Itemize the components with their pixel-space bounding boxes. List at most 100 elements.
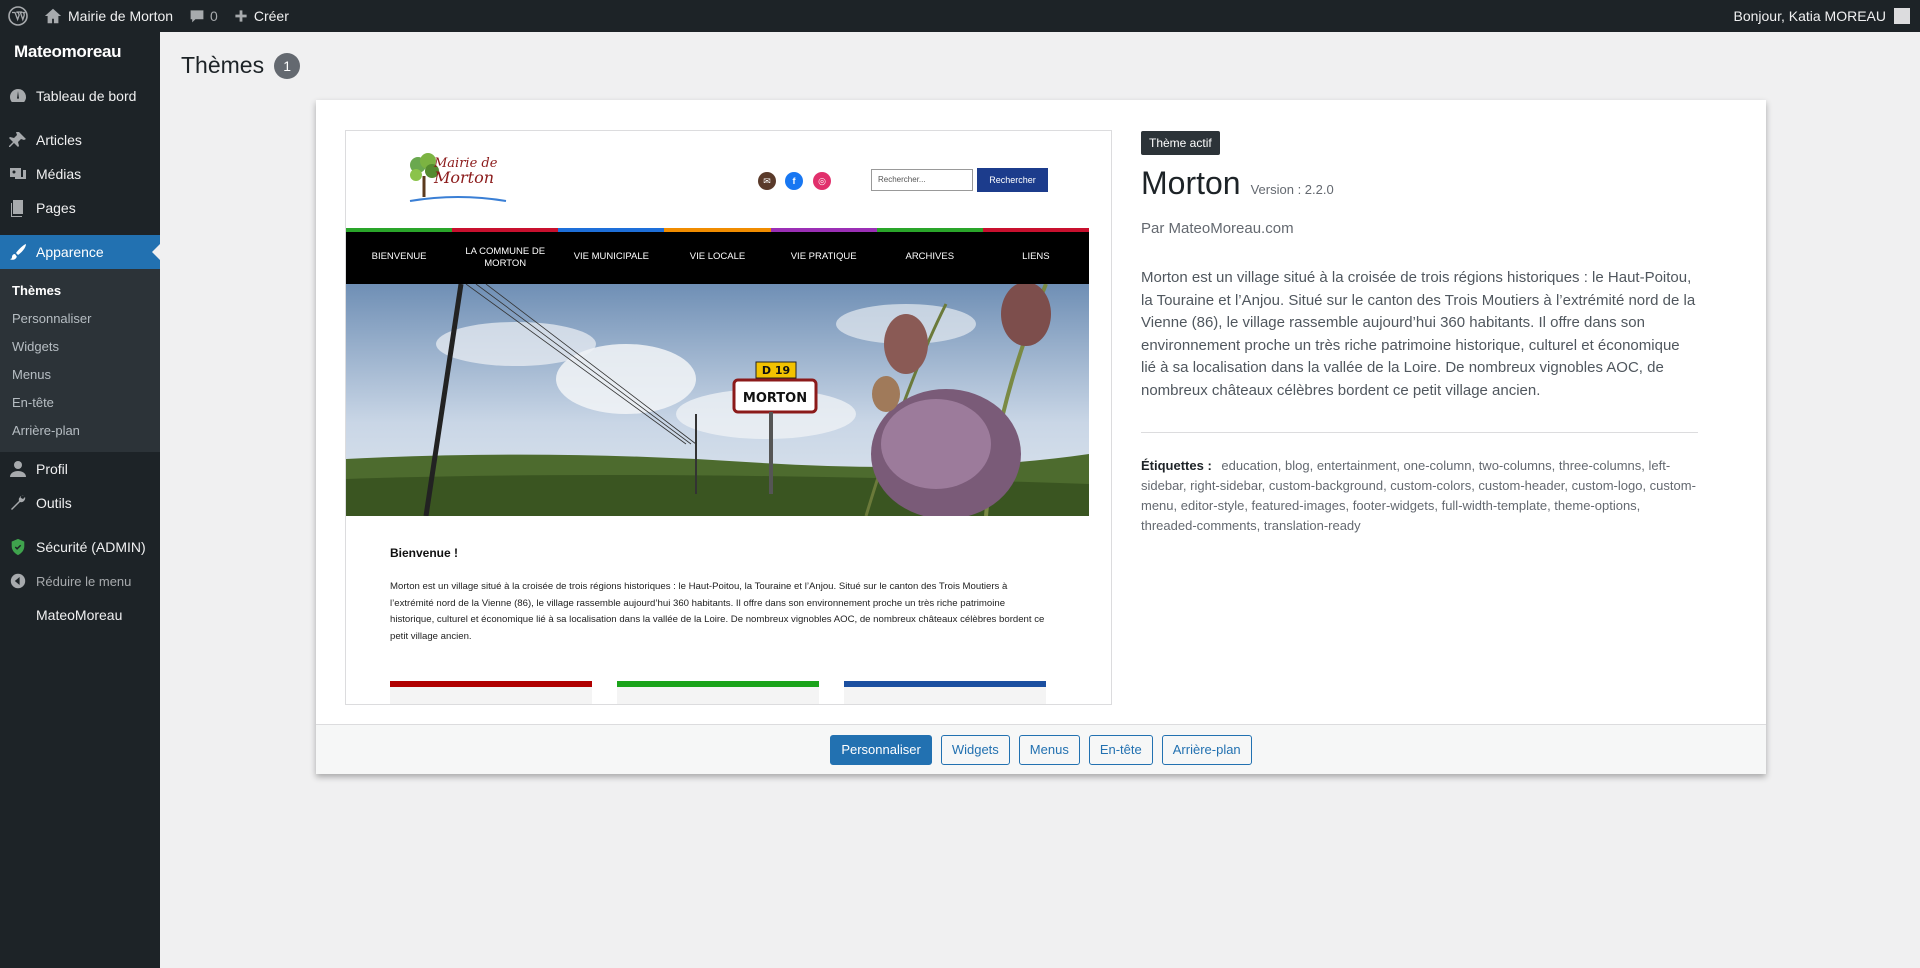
theme-tags-list: education, blog, entertainment, one-colu… [1141,458,1696,533]
dashboard-icon [0,86,36,106]
collapse-arrow-icon [0,573,36,589]
admin-menu: Mateomoreau Tableau de bord Articles Méd… [0,32,160,968]
sidebar-item-dashboard[interactable]: Tableau de bord [0,79,160,113]
plus-icon [234,9,248,23]
sidebar-item-label: Apparence [36,244,104,260]
media-icon [0,164,36,184]
theme-name-heading: Morton Version : 2.2.0 [1141,165,1698,202]
new-content-label: Créer [253,8,289,24]
collapse-menu-button[interactable]: Réduire le menu [0,564,160,598]
comments-count: 0 [210,8,218,24]
screenshot-body-title: Bienvenue ! [390,546,459,560]
page-title: Thèmes [181,52,265,78]
screenshot-nav-item: BIENVENUE [346,228,453,284]
background-button[interactable]: Arrière-plan [1161,734,1252,765]
theme-actions: Personnaliser Widgets Menus En-tête Arri… [316,724,1766,774]
sidebar-item-label: Médias [36,166,82,182]
screenshot-instagram-icon: ◎ [813,172,831,190]
menus-button[interactable]: Menus [1018,734,1080,765]
screenshot-logo-text: Mairie de Morton [434,156,498,187]
wordpress-logo-icon[interactable] [0,0,36,32]
screenshot-search-button: Rechercher [977,168,1048,192]
screenshot-facebook-icon: f [785,172,803,190]
screenshot-site-logo: Mairie de Morton [406,151,508,202]
screenshot-social-icon-1: ✉ [758,172,776,190]
greeting-label: Bonjour, Katia MOREAU [1733,8,1886,24]
sidebar-item-pages[interactable]: Pages [0,191,160,225]
submenu-item-customize[interactable]: Personnaliser [0,304,160,332]
sidebar-item-label: Profil [36,461,68,477]
shield-icon [0,538,36,556]
comment-icon [189,8,205,24]
collapse-menu-label: Réduire le menu [36,573,132,589]
submenu-item-widgets[interactable]: Widgets [0,332,160,360]
sidebar-item-securite[interactable]: Sécurité (ADMIN) [0,530,160,564]
sidebar-item-profil[interactable]: Profil [0,452,160,486]
new-content-link[interactable]: Créer [226,0,297,32]
appearance-submenu: Thèmes Personnaliser Widgets Menus En-tê… [0,269,160,452]
theme-tags-label: Étiquettes : [1141,458,1212,473]
screenshot-card [844,681,1046,704]
screenshot-nav-item: VIE LOCALE [664,228,771,284]
brand-logo[interactable]: Mateomoreau [0,32,160,72]
theme-version: Version : 2.2.0 [1250,182,1334,197]
site-name-link[interactable]: Mairie de Morton [36,0,181,32]
header-button[interactable]: En-tête [1088,734,1153,765]
theme-info: Thème actif Morton Version : 2.2.0 Par M… [1141,131,1698,536]
submenu-item-background[interactable]: Arrière-plan [0,416,160,444]
widgets-button[interactable]: Widgets [940,734,1010,765]
avatar [1894,8,1910,24]
home-icon [44,7,62,25]
brand-label: Mateomoreau [14,42,122,61]
screenshot-nav-item: VIE MUNICIPALE [558,228,665,284]
sidebar-item-mateomoreau[interactable]: MateoMoreau [0,598,160,632]
main-content: Thèmes 1 Mairie de Morton ✉ f ◎ Recherch… [160,32,1920,968]
sidebar-item-articles[interactable]: Articles [0,123,160,157]
screenshot-hero-image: D 19 MORTON [346,284,1089,516]
sidebar-item-label: Tableau de bord [36,88,137,104]
theme-tags: Étiquettes : education, blog, entertainm… [1141,456,1698,536]
screenshot-nav-item: ARCHIVES [876,228,983,284]
sidebar-item-label: Sécurité (ADMIN) [36,539,146,555]
screenshot-site-header: Mairie de Morton ✉ f ◎ Rechercher... Rec… [346,131,1111,228]
sidebar-item-label: MateoMoreau [36,607,123,623]
screenshot-nav-item: VIE PRATIQUE [770,228,877,284]
paintbrush-icon [0,242,36,262]
admin-bar: Mairie de Morton 0 Créer Bonjour, Katia … [0,0,1920,32]
sidebar-item-label: Pages [36,200,76,216]
my-account[interactable]: Bonjour, Katia MOREAU [1733,0,1920,32]
page-header: Thèmes 1 [181,52,301,79]
theme-count-badge: 1 [274,52,301,79]
sidebar-item-label: Articles [36,132,82,148]
screenshot-search-input: Rechercher... [871,169,973,191]
site-name-label: Mairie de Morton [68,8,174,24]
wrench-icon [0,493,36,513]
pushpin-icon [0,130,36,150]
customize-button[interactable]: Personnaliser [830,734,932,765]
comments-link[interactable]: 0 [181,0,226,32]
screenshot-body-text: Morton est un village situé à la croisée… [390,581,1045,642]
sidebar-item-medias[interactable]: Médias [0,157,160,191]
theme-overlay: Mairie de Morton ✉ f ◎ Rechercher... Rec… [316,100,1766,774]
theme-description: Morton est un village situé à la croisée… [1141,267,1698,433]
theme-author: Par MateoMoreau.com [1141,220,1294,237]
submenu-item-menus[interactable]: Menus [0,360,160,388]
active-theme-badge: Thème actif [1141,131,1220,155]
sidebar-item-apparence[interactable]: Apparence [0,235,160,269]
submenu-item-header[interactable]: En-tête [0,388,160,416]
screenshot-sign-top: D 19 [762,364,790,377]
pages-icon [0,198,36,218]
submenu-item-themes[interactable]: Thèmes [0,276,160,304]
theme-name: Morton [1141,165,1241,201]
screenshot-card [617,681,819,704]
screenshot-navigation: BIENVENUE LA COMMUNE DE MORTON VIE MUNIC… [346,228,1089,284]
sidebar-item-outils[interactable]: Outils [0,486,160,520]
user-icon [0,459,36,479]
screenshot-card [390,681,592,704]
screenshot-page-body: Bienvenue ! Morton est un village situé … [374,516,1064,704]
theme-screenshot: Mairie de Morton ✉ f ◎ Rechercher... Rec… [345,130,1112,705]
sidebar-item-label: Outils [36,495,72,511]
screenshot-nav-item: LIENS [982,228,1089,284]
screenshot-sign-bottom: MORTON [743,391,807,406]
screenshot-nav-item: LA COMMUNE DE MORTON [452,228,559,284]
